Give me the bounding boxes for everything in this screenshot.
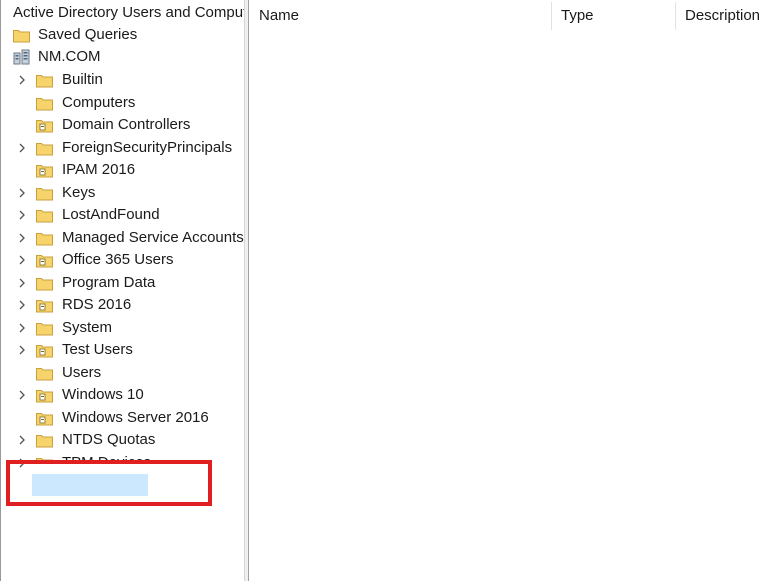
tree-item-label: ForeignSecurityPrincipals xyxy=(62,139,233,156)
tree-item-label: IPAM 2016 xyxy=(62,161,136,178)
chevron-right-icon[interactable] xyxy=(16,74,28,86)
tree-item-label: Test Users xyxy=(62,341,133,358)
folder-icon xyxy=(36,188,53,201)
folder-icon xyxy=(36,368,53,381)
chevron-right-icon[interactable] xyxy=(16,232,28,244)
tree-item-label: Domain Controllers xyxy=(62,116,191,133)
tree-item-label: Managed Service Accounts xyxy=(62,229,244,246)
tree-root-label: Active Directory Users and Computers xyxy=(13,4,244,21)
tree-item-label: LostAndFound xyxy=(62,206,160,223)
chevron-right-icon[interactable] xyxy=(16,277,28,289)
organizational-unit-icon xyxy=(36,120,53,133)
folder-icon xyxy=(36,278,53,291)
tree-item-label: Users xyxy=(62,364,102,381)
list-header: Name Type Description xyxy=(249,0,764,32)
organizational-unit-icon xyxy=(36,345,53,358)
chevron-right-icon[interactable] xyxy=(16,344,28,356)
column-header-type[interactable]: Type xyxy=(551,0,675,32)
folder-icon xyxy=(36,75,53,88)
chevron-right-icon[interactable] xyxy=(16,209,28,221)
tree-item-label: Windows Server 2016 xyxy=(62,409,209,426)
column-header-name[interactable]: Name xyxy=(249,0,551,32)
folder-icon xyxy=(36,233,53,246)
chevron-right-icon[interactable] xyxy=(16,389,28,401)
chevron-right-icon[interactable] xyxy=(16,434,28,446)
organizational-unit-icon xyxy=(36,255,53,268)
folder-icon xyxy=(36,210,53,223)
annotation-highlight-box xyxy=(6,460,212,506)
organizational-unit-icon xyxy=(36,165,53,178)
chevron-right-icon[interactable] xyxy=(16,254,28,266)
tree-item-label: Builtin xyxy=(62,71,103,88)
tree-item-label: RDS 2016 xyxy=(62,296,132,313)
chevron-right-icon[interactable] xyxy=(16,322,28,334)
organizational-unit-icon xyxy=(36,413,53,426)
organizational-unit-icon xyxy=(36,390,53,403)
tree-item-label: NTDS Quotas xyxy=(62,431,156,448)
tree-item-label: Program Data xyxy=(62,274,156,291)
folder-icon xyxy=(36,435,53,448)
column-header-description[interactable]: Description xyxy=(675,0,764,32)
domain-icon xyxy=(13,49,30,65)
chevron-right-icon[interactable] xyxy=(16,187,28,199)
chevron-right-icon[interactable] xyxy=(16,142,28,154)
tree-item-label: Office 365 Users xyxy=(62,251,174,268)
folder-icon xyxy=(36,323,53,336)
tree-item-label: Windows 10 xyxy=(62,386,144,403)
tree-item-label: Keys xyxy=(62,184,96,201)
organizational-unit-icon xyxy=(36,300,53,313)
chevron-right-icon[interactable] xyxy=(16,299,28,311)
folder-icon xyxy=(36,143,53,156)
tree-item-label: NM.COM xyxy=(38,48,101,65)
tree-item-label: System xyxy=(62,319,113,336)
details-pane[interactable]: Name Type Description xyxy=(249,0,764,581)
tree-item-label: Computers xyxy=(62,94,136,111)
folder-icon xyxy=(36,98,53,111)
tree-item-label: Saved Queries xyxy=(38,26,138,43)
folder-icon xyxy=(13,30,30,43)
